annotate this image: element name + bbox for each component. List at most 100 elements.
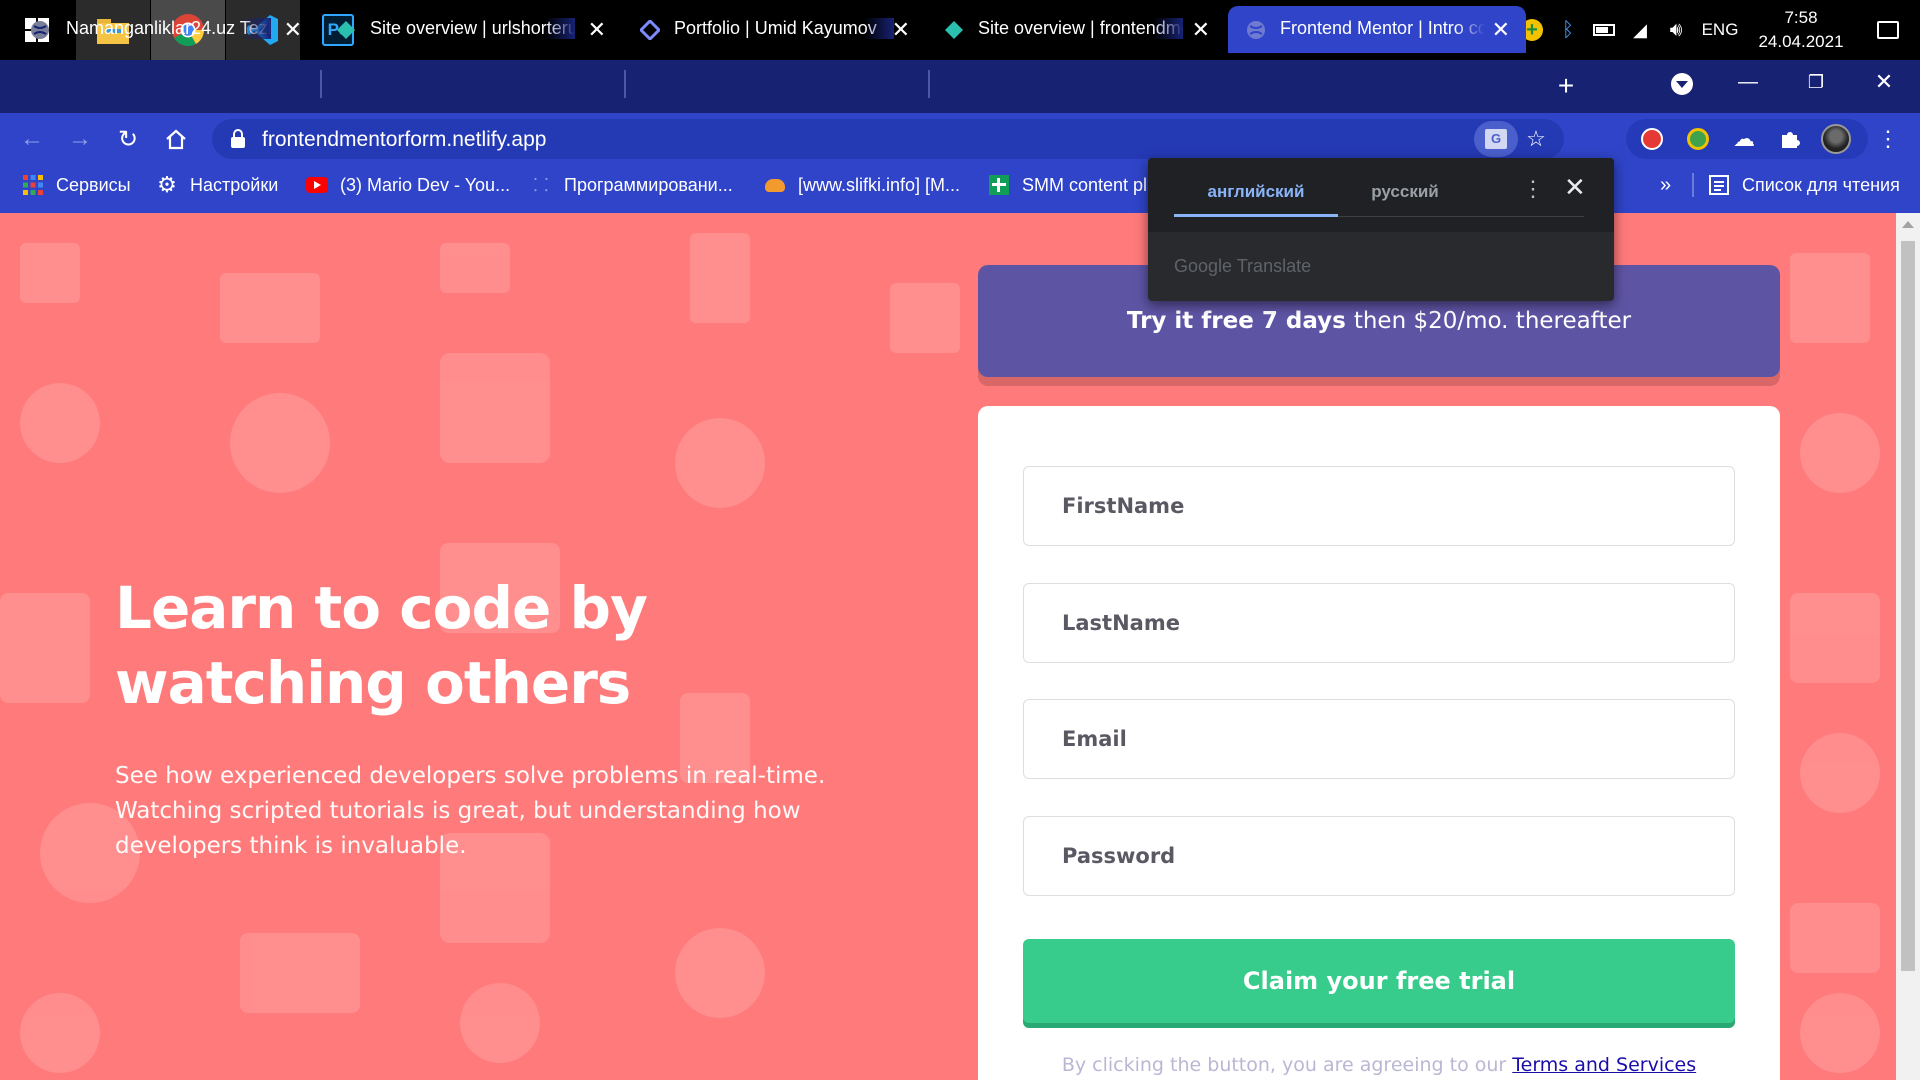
bookmark-label: (3) Mario Dev - You...	[340, 174, 511, 195]
last-name-field[interactable]	[1023, 583, 1735, 663]
first-name-field[interactable]	[1023, 466, 1735, 546]
google-translate-brand: Google Translate	[1174, 256, 1311, 277]
tab-namanganliklar[interactable]: Namanganliklar24.uz Tezkor ✕	[0, 6, 318, 53]
pattern-shape	[0, 593, 90, 703]
email-field[interactable]	[1023, 699, 1735, 779]
window-close-button[interactable]: ✕	[1852, 60, 1916, 104]
bookmark-programming[interactable]: ⸬ Программировани...	[530, 165, 733, 205]
puzzle-extensions-icon[interactable]	[1772, 121, 1808, 157]
wifi-icon[interactable]: ◢	[1622, 0, 1658, 60]
bookmark-settings[interactable]: ⚙ Настройки	[156, 165, 278, 205]
pattern-shape	[440, 243, 510, 293]
close-icon[interactable]: ✕	[588, 17, 606, 43]
globe-icon	[31, 21, 49, 39]
puzzle-icon	[1782, 132, 1800, 148]
pattern-shape	[230, 393, 330, 493]
bookmark-slifki[interactable]: [www.slifki.info] [M...	[764, 165, 960, 205]
netlify-icon	[337, 21, 355, 39]
tab-urlshorter[interactable]: Site overview | urlshorterurl ✕	[322, 6, 622, 53]
pattern-shape	[690, 233, 750, 323]
adblock-extension-icon[interactable]	[1634, 121, 1670, 157]
tab-title: Site overview | frontendmentor	[978, 18, 1183, 39]
bookmark-star-icon[interactable]: ☆	[1518, 121, 1554, 157]
sheet-icon	[988, 174, 1010, 196]
forward-button[interactable]: →	[62, 121, 98, 157]
home-button[interactable]	[158, 121, 194, 157]
bookmark-label: Программировани...	[564, 174, 733, 195]
close-icon[interactable]: ✕	[1492, 17, 1510, 43]
scrollbar-thumb[interactable]	[1901, 241, 1915, 971]
close-icon[interactable]: ✕	[284, 17, 302, 43]
vpn-extension-icon[interactable]	[1680, 121, 1716, 157]
tab-strip	[0, 60, 1920, 113]
bookmark-label: [www.slifki.info] [M...	[798, 174, 961, 195]
bookmarks-bar: Сервисы ⚙ Настройки (3) Mario Dev - You.…	[0, 165, 1920, 213]
back-button[interactable]: ←	[14, 121, 50, 157]
brand-translate: Translate	[1236, 256, 1312, 276]
close-icon[interactable]: ✕	[1192, 17, 1210, 43]
tab-target-language[interactable]: русский	[1338, 182, 1472, 202]
bluetooth-icon[interactable]: ᛒ	[1550, 0, 1586, 60]
bookmark-smm[interactable]: SMM content pl	[988, 165, 1147, 205]
battery-icon[interactable]	[1586, 0, 1622, 60]
tab-site-overview-frontendmentor[interactable]: Site overview | frontendmentor ✕	[930, 6, 1226, 53]
scroll-up-arrow-icon[interactable]	[1902, 221, 1914, 228]
reload-icon: ↻	[117, 125, 139, 153]
translate-popup: английский русский ⋮ ✕ Google Translate	[1148, 158, 1614, 301]
web-page: Learn to code by watching others See how…	[0, 213, 1896, 1080]
notifications-icon[interactable]	[1856, 0, 1920, 60]
tab-source-language[interactable]: английский	[1174, 182, 1338, 202]
tab-search-button[interactable]	[1650, 62, 1714, 106]
more-bookmarks-button[interactable]: »	[1660, 165, 1671, 205]
pattern-shape	[1800, 993, 1880, 1073]
restore-button[interactable]: ❐	[1784, 60, 1848, 104]
close-icon[interactable]: ✕	[1564, 172, 1586, 203]
reload-button[interactable]: ↻	[110, 121, 146, 157]
password-field[interactable]	[1023, 816, 1735, 896]
bookmark-label: Сервисы	[56, 174, 131, 195]
lock-icon	[231, 129, 245, 148]
input-language[interactable]: ENG	[1694, 20, 1746, 40]
minimize-button[interactable]: —	[1716, 60, 1780, 104]
pattern-shape	[20, 243, 80, 303]
tab-title: Site overview | urlshorterurl	[370, 18, 575, 39]
globe-icon	[1247, 21, 1265, 39]
tab-divider	[320, 70, 322, 98]
profile-avatar[interactable]	[1818, 121, 1854, 157]
reading-list-button[interactable]: Список для чтения	[1708, 165, 1900, 205]
terms-text: By clicking the button, you are agreeing…	[1061, 1054, 1513, 1076]
promo-rest: then $20/mo. thereafter	[1353, 308, 1632, 334]
pattern-shape	[240, 933, 360, 1013]
restore-icon: ❐	[1807, 71, 1825, 92]
new-tab-button[interactable]: +	[1534, 64, 1598, 108]
tab-frontend-mentor-active[interactable]: Frontend Mentor | Intro component ✕	[1228, 6, 1526, 53]
clock[interactable]: 7:58 24.04.2021	[1746, 6, 1856, 54]
bookmark-label: SMM content pl	[1022, 174, 1148, 195]
address-bar[interactable]: frontendmentorform.netlify.app G ☆	[212, 119, 1564, 159]
signup-form-card: Claim your free trial By clicking the bu…	[978, 406, 1780, 1080]
bookmark-services[interactable]: Сервисы	[22, 165, 131, 205]
tab-title: Namanganliklar24.uz Tezkor	[66, 18, 271, 39]
hero-description: See how experienced developers solve pro…	[115, 763, 826, 859]
tab-title: Portfolio | Umid Kayumov	[674, 18, 894, 39]
claim-free-trial-button[interactable]: Claim your free trial	[1023, 939, 1735, 1023]
arrow-left-icon: ←	[20, 125, 44, 152]
page-scrollbar[interactable]	[1896, 213, 1920, 1080]
pattern-shape	[440, 353, 550, 463]
gear-icon: ⚙	[157, 172, 177, 197]
close-icon[interactable]: ✕	[892, 17, 910, 43]
cloud-extension-icon[interactable]: ☁	[1726, 121, 1762, 157]
url-text[interactable]: frontendmentorform.netlify.app	[262, 128, 546, 152]
chrome-menu-button[interactable]: ⋮	[1870, 121, 1906, 157]
volume-icon[interactable]: 🔊︎	[1658, 0, 1694, 60]
kebab-menu-icon[interactable]: ⋮	[1522, 176, 1544, 202]
terms-link[interactable]: Terms and Services	[1512, 1054, 1696, 1076]
translate-icon[interactable]: G	[1474, 121, 1518, 157]
arrow-right-icon: →	[68, 125, 92, 152]
pattern-shape	[1800, 413, 1880, 493]
terms-notice: By clicking the button, you are agreeing…	[978, 1054, 1780, 1076]
tab-title: Frontend Mentor | Intro component	[1280, 18, 1485, 39]
tab-portfolio[interactable]: Portfolio | Umid Kayumov ✕	[626, 6, 926, 53]
hero-title: Learn to code by watching others	[115, 574, 648, 717]
bookmark-mario-dev[interactable]: (3) Mario Dev - You...	[306, 165, 510, 205]
